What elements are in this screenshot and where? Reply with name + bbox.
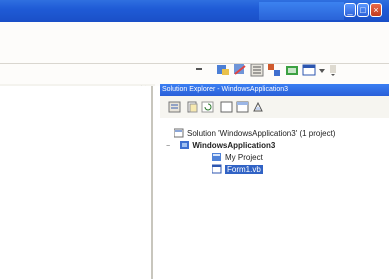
solution-explorer-title: Solution Explorer - WindowsApplication3 xyxy=(160,84,389,96)
document-area[interactable] xyxy=(0,86,155,279)
close-icon: × xyxy=(373,5,379,15)
output-icon[interactable] xyxy=(302,63,316,77)
minimize-icon: _ xyxy=(347,5,353,15)
tree-item-solution[interactable]: Solution 'WindowsApplication3' (1 projec… xyxy=(174,128,335,140)
show-all-files-icon[interactable] xyxy=(186,101,199,113)
tree-label: Form1.vb xyxy=(225,165,263,174)
toolbar xyxy=(0,22,389,86)
panel-splitter[interactable] xyxy=(151,86,153,279)
properties-icon[interactable] xyxy=(168,101,181,113)
properties-icon[interactable] xyxy=(250,63,264,77)
view-code-icon[interactable] xyxy=(220,101,233,113)
solution-icon xyxy=(174,128,184,138)
tree-label: My Project xyxy=(225,153,263,162)
toolbar-separator xyxy=(0,63,389,64)
tree-item-form1[interactable]: Form1.vb xyxy=(212,164,263,176)
solution-explorer-tree: Solution 'WindowsApplication3' (1 projec… xyxy=(160,118,389,279)
class-diagram-icon[interactable] xyxy=(252,101,265,113)
close-button[interactable]: × xyxy=(370,3,382,17)
minimize-button[interactable]: _ xyxy=(344,3,356,17)
refresh-icon[interactable] xyxy=(201,101,214,113)
project-icon xyxy=(180,141,189,149)
find-in-files-icon[interactable] xyxy=(233,63,247,77)
tree-label: WindowsApplication3 xyxy=(192,141,276,150)
maximize-button[interactable]: □ xyxy=(357,3,369,17)
toolbar-overflow-icon[interactable] xyxy=(318,63,326,77)
title-bar: _ □ × xyxy=(0,0,389,22)
tree-item-project[interactable]: − WindowsApplication3 xyxy=(166,140,275,152)
solution-explorer-toolbar xyxy=(160,96,389,119)
form-icon xyxy=(212,164,222,174)
object-browser-icon[interactable] xyxy=(267,63,281,77)
collapse-icon[interactable]: − xyxy=(166,143,170,150)
toolbox-icon[interactable] xyxy=(285,63,299,77)
find-icon[interactable] xyxy=(216,63,230,77)
my-project-icon xyxy=(212,153,221,161)
tree-item-my-project[interactable]: My Project xyxy=(212,152,263,164)
maximize-icon: □ xyxy=(360,5,366,15)
more-icon[interactable] xyxy=(329,63,337,77)
dropdown-icon[interactable] xyxy=(196,68,202,70)
view-designer-icon[interactable] xyxy=(236,101,249,113)
tree-label: Solution 'WindowsApplication3' (1 projec… xyxy=(187,129,336,138)
title-bar-strip xyxy=(259,2,344,20)
